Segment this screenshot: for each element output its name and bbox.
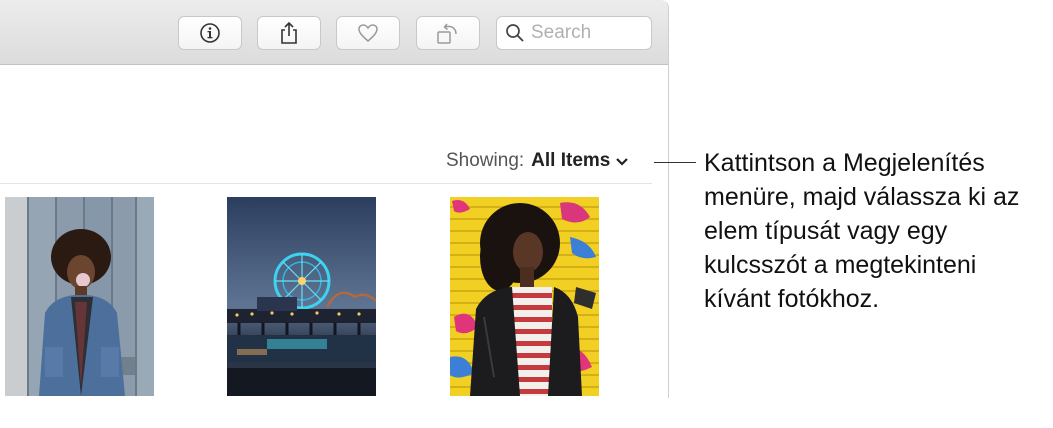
photo-yellow-wall bbox=[450, 197, 599, 396]
toolbar bbox=[0, 0, 668, 65]
photo-bubblegum bbox=[5, 197, 154, 396]
favorite-button[interactable] bbox=[336, 16, 400, 50]
share-button[interactable] bbox=[257, 16, 321, 50]
showing-filter[interactable]: Showing: All Items bbox=[446, 150, 629, 172]
callout-text: Kattintson a Megjelenítés menüre, majd v… bbox=[704, 149, 1020, 313]
rotate-button[interactable] bbox=[416, 16, 480, 50]
showing-label: Showing: bbox=[446, 150, 525, 171]
rotate-icon bbox=[437, 23, 457, 44]
photo-thumbnail-1[interactable] bbox=[5, 197, 154, 396]
info-icon bbox=[200, 23, 220, 43]
callout-leader-line bbox=[654, 162, 696, 163]
divider bbox=[0, 183, 652, 184]
search-icon bbox=[506, 24, 524, 42]
heart-icon bbox=[358, 24, 378, 42]
search-input[interactable] bbox=[531, 22, 641, 44]
showing-value: All Items bbox=[531, 150, 611, 171]
photos-window: Showing: All Items bbox=[0, 0, 669, 398]
info-button[interactable] bbox=[178, 16, 242, 50]
photo-thumbnail-2[interactable] bbox=[227, 197, 376, 396]
photo-thumbnail-3[interactable] bbox=[450, 197, 599, 396]
chevron-down-icon bbox=[616, 158, 629, 166]
search-field[interactable] bbox=[496, 16, 652, 50]
showing-menu[interactable]: All Items bbox=[531, 150, 629, 172]
share-icon bbox=[281, 21, 297, 44]
photo-ferris-wheel bbox=[227, 197, 376, 396]
